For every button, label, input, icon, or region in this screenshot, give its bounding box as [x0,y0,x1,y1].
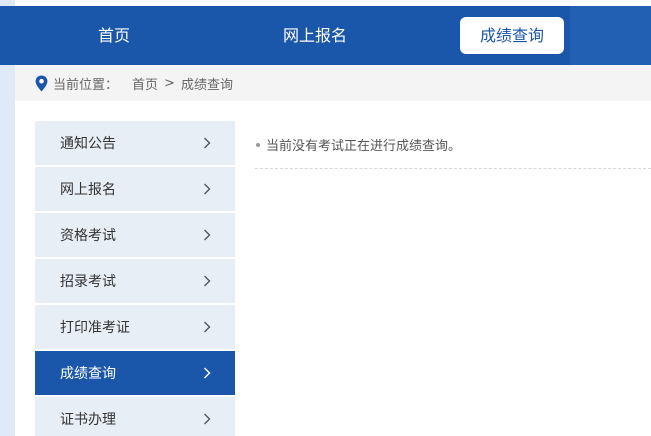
sidebar-item-label: 资格考试 [60,228,116,244]
sidebar-item-label: 网上报名 [60,182,116,198]
breadcrumb-current: 成绩查询 [180,77,233,93]
notice-row: 当前没有考试正在进行成绩查询。 [255,121,651,169]
chevron-right-icon [203,137,211,149]
chevron-right-icon [203,229,211,241]
nav-home[interactable]: 首页 [64,6,164,65]
sidebar-item-label: 招录考试 [60,274,116,290]
notice-text: 当前没有考试正在进行成绩查询。 [266,139,462,154]
breadcrumb: 当前位置： 首页 > 成绩查询 [15,65,651,101]
breadcrumb-prefix: 当前位置： [53,77,119,93]
content-area: 当前没有考试正在进行成绩查询。 [255,121,651,169]
location-pin-icon [35,75,48,92]
sidebar-item-print-admission-ticket[interactable]: 打印准考证 [35,305,235,349]
sidebar-item-label: 打印准考证 [60,320,130,336]
sidebar-item-qualification-exam[interactable]: 资格考试 [35,213,235,257]
chevron-right-icon [203,183,211,195]
sidebar-item-certificate[interactable]: 证书办理 [35,397,235,436]
sidebar-item-label: 通知公告 [60,136,116,152]
chevron-right-icon [203,413,211,425]
sidebar-menu: 通知公告 网上报名 资格考试 招录考试 打印准考证 成绩查询 证书办理 [35,121,235,436]
left-decor-strip [0,0,15,436]
sidebar-item-online-signup[interactable]: 网上报名 [35,167,235,211]
chevron-right-icon [203,367,211,379]
bullet-dot-icon [256,142,260,147]
top-navigation: 首页 网上报名 成绩查询 [0,6,651,65]
nav-decor-shade [570,6,651,65]
chevron-right-icon [203,321,211,333]
nav-score-query[interactable]: 成绩查询 [460,17,564,54]
sidebar-item-label: 成绩查询 [60,366,116,382]
breadcrumb-separator: > [164,75,175,91]
sidebar-item-score-query[interactable]: 成绩查询 [35,351,235,395]
chevron-right-icon [203,275,211,287]
nav-online-signup[interactable]: 网上报名 [260,6,370,65]
sidebar-item-label: 证书办理 [60,412,116,428]
sidebar-item-recruitment-exam[interactable]: 招录考试 [35,259,235,303]
page: 首页 网上报名 成绩查询 当前位置： 首页 > 成绩查询 通知公告 网上报名 资… [0,0,651,436]
breadcrumb-home-link[interactable]: 首页 [132,74,158,93]
sidebar-item-notices[interactable]: 通知公告 [35,121,235,165]
